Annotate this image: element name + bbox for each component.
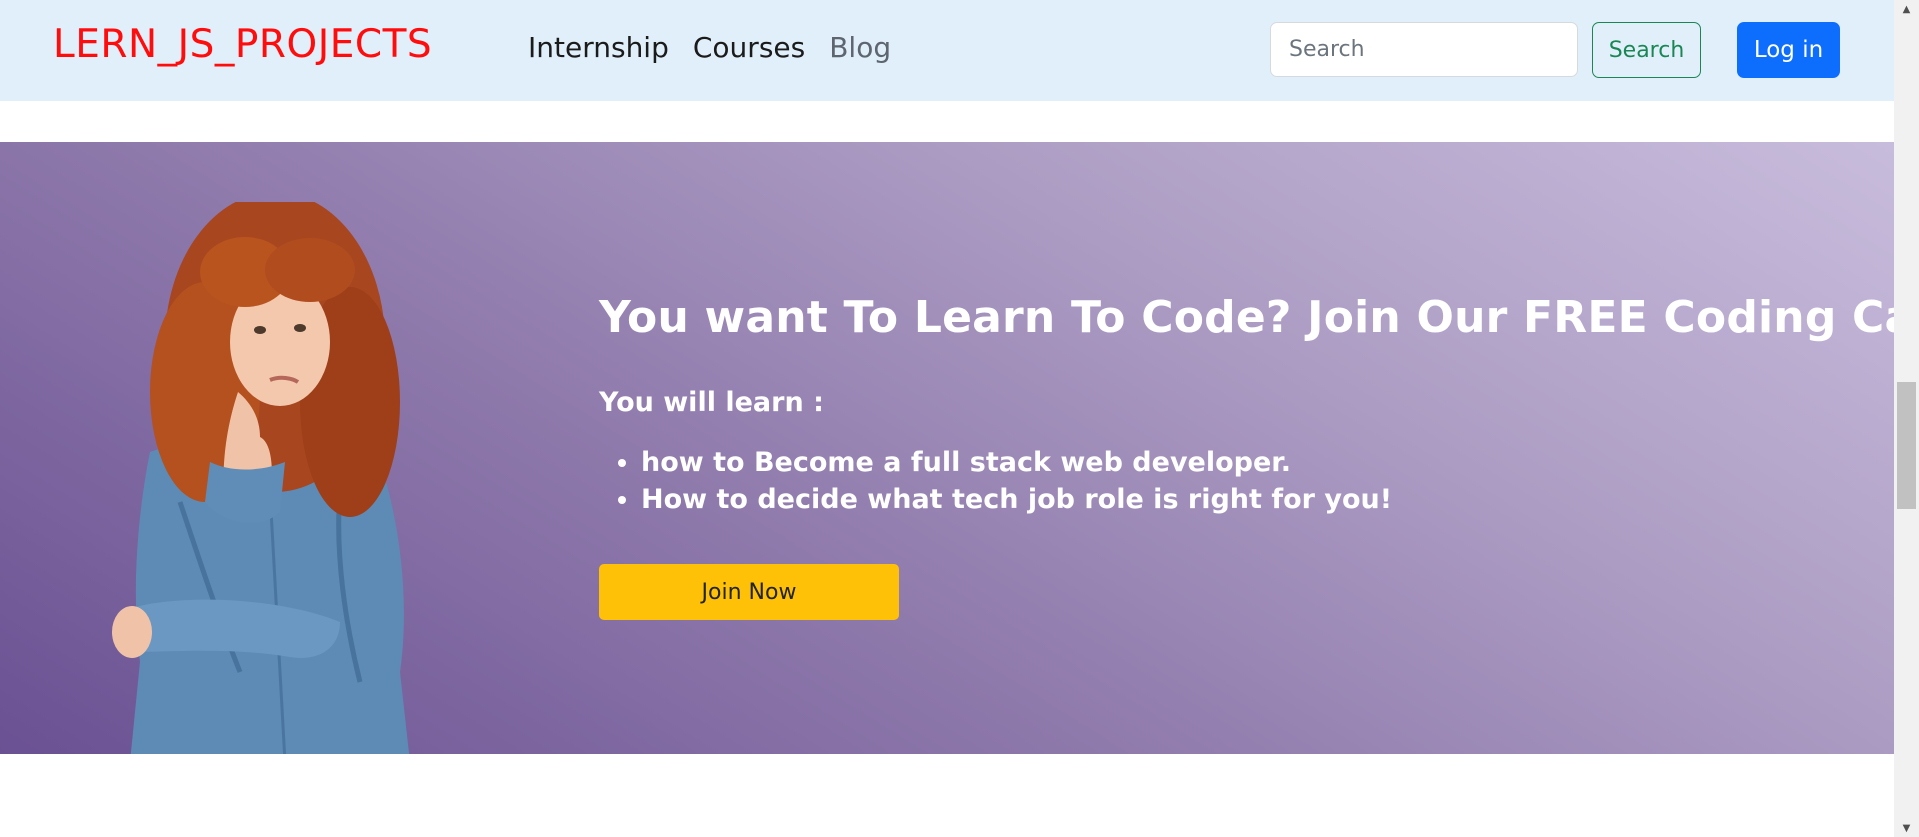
nav-link-internship[interactable]: Internship <box>528 31 669 64</box>
scroll-down-arrow-icon[interactable]: ▼ <box>1894 819 1919 837</box>
hero-banner: You want To Learn To Code? Join Our FREE… <box>0 142 1894 754</box>
search-input[interactable] <box>1270 22 1578 77</box>
login-button[interactable]: Log in <box>1737 22 1840 78</box>
list-item: How to decide what tech job role is righ… <box>641 481 1894 518</box>
vertical-scrollbar[interactable]: ▲ ▼ <box>1894 0 1919 837</box>
scroll-up-arrow-icon[interactable]: ▲ <box>1894 0 1919 18</box>
search-button[interactable]: Search <box>1592 22 1701 78</box>
list-item: how to Become a full stack web developer… <box>641 444 1894 481</box>
scrollbar-thumb[interactable] <box>1897 382 1916 509</box>
hero-heading: You want To Learn To Code? Join Our FREE… <box>599 292 1894 343</box>
nav-links: Internship Courses Blog <box>528 31 891 64</box>
hero-bullet-list: how to Become a full stack web developer… <box>599 444 1894 518</box>
thinking-woman-illustration <box>112 202 410 754</box>
join-now-button[interactable]: Join Now <box>599 564 899 620</box>
hero-text: You want To Learn To Code? Join Our FREE… <box>599 292 1894 620</box>
nav-link-blog[interactable]: Blog <box>829 31 891 64</box>
nav-link-courses[interactable]: Courses <box>693 31 805 64</box>
navbar: LERN_JS_PROJECTS Internship Courses Blog… <box>0 0 1894 101</box>
brand-logo[interactable]: LERN_JS_PROJECTS <box>53 22 432 67</box>
hero-subheading: You will learn : <box>599 387 824 418</box>
page-content: LERN_JS_PROJECTS Internship Courses Blog… <box>0 0 1894 837</box>
page: LERN_JS_PROJECTS Internship Courses Blog… <box>0 0 1919 837</box>
